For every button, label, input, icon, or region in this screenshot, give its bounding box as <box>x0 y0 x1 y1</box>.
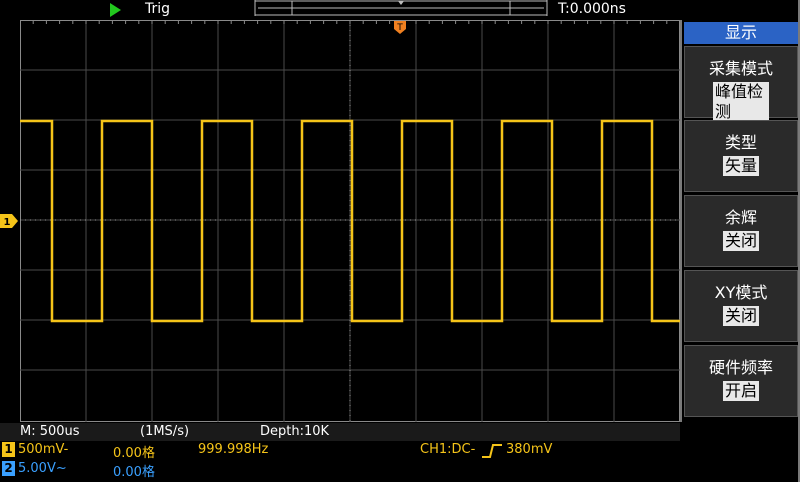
waveform-grid <box>19 20 680 422</box>
menu-item-label: XY模式 <box>714 283 768 302</box>
run-state-label: Trig <box>145 1 171 17</box>
top-status-bar: Trig T:0.000ns <box>0 0 680 20</box>
menu-item-label: 采集模式 <box>708 59 773 78</box>
channel-1-offset[interactable]: 0.00格 <box>113 442 155 461</box>
acquisition-status-row: M: 500us (1MS/s) Depth:10K <box>0 423 680 441</box>
trigger-time-offset: T:0.000ns <box>558 1 626 17</box>
trigger-level[interactable]: 380mV <box>506 442 552 457</box>
channel-1-status-row: 1 500mV- 0.00格 999.998Hz CH1:DC- 380mV <box>0 441 680 461</box>
svg-text:1: 1 <box>4 217 11 228</box>
menu-item-persistence[interactable]: 余辉 关闭 <box>684 195 798 267</box>
rising-edge-icon <box>482 444 502 458</box>
menu-item-label: 类型 <box>724 133 757 152</box>
menu-title: 显示 <box>684 22 798 44</box>
menu-item-value: 关闭 <box>722 306 760 326</box>
play-icon[interactable] <box>110 3 121 17</box>
menu-item-acquire-mode[interactable]: 采集模式 峰值检测 <box>684 46 798 122</box>
menu-item-hardware-frequency[interactable]: 硬件频率 开启 <box>684 345 798 417</box>
trigger-source-coupling[interactable]: CH1:DC- <box>420 442 475 457</box>
channel-2-scale[interactable]: 5.00V~ <box>18 461 67 476</box>
memory-position-bar[interactable] <box>254 0 548 16</box>
channel-1-badge[interactable]: 1 <box>2 442 15 457</box>
sample-rate-label: (1MS/s) <box>140 424 190 439</box>
channel-2-badge[interactable]: 2 <box>2 461 15 476</box>
timebase-label[interactable]: M: 500us <box>20 424 80 439</box>
menu-item-value: 关闭 <box>722 231 760 251</box>
channel-1-scale[interactable]: 500mV- <box>18 442 68 457</box>
menu-item-value: 开启 <box>722 381 760 401</box>
svg-text:T: T <box>396 23 403 33</box>
memory-depth-label[interactable]: Depth:10K <box>260 424 329 439</box>
menu-item-value: 峰值检测 <box>713 82 769 122</box>
channel-1-frequency: 999.998Hz <box>198 442 269 457</box>
channel-2-offset[interactable]: 0.00格 <box>113 461 155 480</box>
channel-1-level-icon[interactable]: 1 <box>0 214 18 228</box>
menu-item-label: 余辉 <box>724 208 757 227</box>
menu-item-label: 硬件频率 <box>708 358 773 377</box>
channel-2-status-row: 2 5.00V~ 0.00格 <box>0 460 680 480</box>
menu-item-type[interactable]: 类型 矢量 <box>684 120 798 192</box>
menu-item-xy-mode[interactable]: XY模式 关闭 <box>684 270 798 342</box>
display-side-menu: 显示 采集模式 峰值检测 类型 矢量 余辉 关闭 XY模式 关闭 硬件频率 开启 <box>680 20 800 422</box>
waveform-display[interactable] <box>19 20 680 422</box>
menu-item-value: 矢量 <box>722 156 760 176</box>
trigger-position-icon[interactable]: T <box>394 21 406 34</box>
